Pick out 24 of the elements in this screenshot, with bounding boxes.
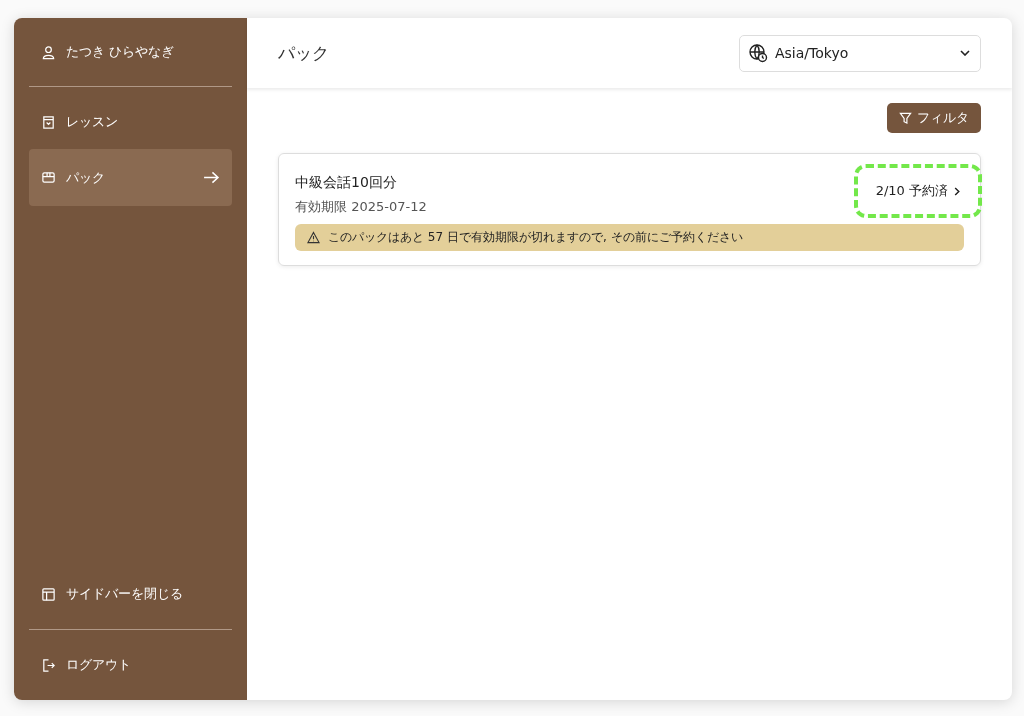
filter-button[interactable]: フィルタ — [887, 103, 981, 133]
pack-name: 中級会話10回分 — [295, 174, 398, 192]
user-icon — [41, 44, 56, 60]
nav-item[interactable]: レッスン — [29, 103, 232, 141]
globe-clock-icon — [748, 43, 768, 63]
page-title: パック — [278, 41, 329, 65]
collapse-sidebar-button[interactable]: サイドバーを閉じる — [29, 575, 232, 613]
warning-text: このパックはあと 57 日で有効期限が切れますので, その前にご予約ください — [328, 229, 743, 246]
user-name: たつき ひらやなぎ — [66, 43, 175, 61]
expiry-date: 有効期限 2025-07-12 — [295, 198, 427, 216]
sidebar-icon — [41, 586, 56, 602]
booked-count-link[interactable]: 2/10 予約済 — [853, 164, 982, 218]
timezone-select[interactable]: Asia/Tokyo — [739, 34, 981, 72]
nav-item[interactable]: パック — [29, 149, 232, 206]
user-menu[interactable]: たつき ひらやなぎ — [29, 34, 232, 70]
chevron-right-icon — [954, 186, 960, 196]
arrow-right-icon — [203, 171, 220, 184]
warning-icon — [307, 231, 320, 244]
logout-icon — [41, 657, 56, 673]
logout-button[interactable]: ログアウト — [29, 646, 232, 684]
chevron-down-icon — [960, 50, 970, 56]
box-icon — [41, 170, 56, 185]
filter-icon — [899, 111, 912, 125]
bag-icon — [41, 114, 56, 130]
